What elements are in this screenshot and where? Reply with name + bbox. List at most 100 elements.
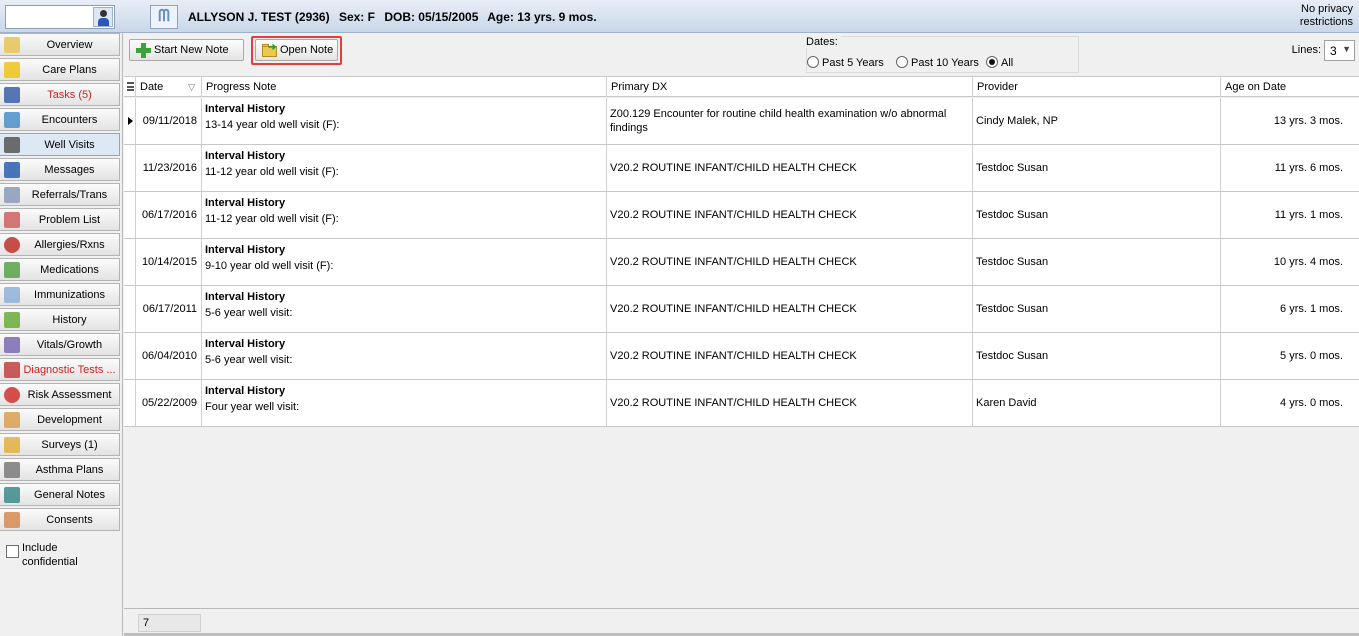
- lungs-icon: [4, 462, 20, 478]
- cell-progress-note: Interval History 5-6 year well visit:: [202, 286, 607, 332]
- cell-age-on-date: 10 yrs. 4 mos.: [1273, 256, 1343, 268]
- note-text: 11-12 year old well visit (F):: [205, 213, 339, 225]
- note-text: 11-12 year old well visit (F):: [205, 166, 339, 178]
- table-row[interactable]: 05/22/2009 Interval History Four year well…: [124, 380, 1359, 427]
- table-row[interactable]: 06/17/2016 Interval History 11-12 year old…: [124, 192, 1359, 239]
- patient-search-input[interactable]: [5, 5, 115, 29]
- lines-label: Lines:: [1291, 44, 1321, 56]
- filter-icon[interactable]: ▽: [188, 77, 195, 97]
- table-row[interactable]: 10/14/2015 Interval History 9-10 year old …: [124, 239, 1359, 286]
- folder-icon: [4, 37, 20, 53]
- header-primary-dx[interactable]: Primary DX: [607, 77, 973, 97]
- note-title: Interval History: [205, 150, 286, 162]
- sidebar-item-overview[interactable]: Overview: [0, 33, 120, 56]
- sidebar-item-label: General Notes: [34, 489, 105, 501]
- sidebar-item-asthma-plans[interactable]: Asthma Plans: [0, 458, 120, 481]
- radio-past-5-years[interactable]: Past 5 Years: [807, 56, 884, 69]
- sidebar-item-risk-assessment[interactable]: Risk Assessment: [0, 383, 120, 406]
- cell-provider: Testdoc Susan: [973, 333, 1221, 379]
- column-chooser[interactable]: [124, 77, 136, 97]
- thumbs-up-icon: [4, 512, 20, 528]
- note-text: Four year well visit:: [205, 401, 300, 413]
- cell-progress-note: Interval History 9-10 year old well visit…: [202, 239, 607, 285]
- sidebar-item-care-plans[interactable]: Care Plans: [0, 58, 120, 81]
- sidebar-item-label: Referrals/Trans: [31, 189, 108, 201]
- patient-age: Age: 13 yrs. 9 mos.: [487, 10, 597, 24]
- header-provider[interactable]: Provider: [973, 77, 1221, 97]
- table-row[interactable]: 11/23/2016 Interval History 11-12 year old…: [124, 145, 1359, 192]
- pencil-icon: [4, 337, 20, 353]
- sidebar-item-allergies-rxns[interactable]: Allergies/Rxns: [0, 233, 120, 256]
- sidebar-item-history[interactable]: History: [0, 308, 120, 331]
- medical-kit-icon: [4, 112, 20, 128]
- checkbox-box[interactable]: [6, 545, 19, 558]
- patient-lookup-icon[interactable]: [93, 7, 113, 27]
- patient-name: ALLYSON J. TEST (2936): [188, 10, 330, 24]
- phone-icon: [4, 162, 20, 178]
- open-note-button[interactable]: ➜ Open Note: [255, 39, 338, 61]
- sidebar-item-vitals-growth[interactable]: Vitals/Growth: [0, 333, 120, 356]
- sidebar-item-medications[interactable]: Medications: [0, 258, 120, 281]
- notes-icon: [4, 487, 20, 503]
- open-folder-icon: ➜: [261, 42, 277, 58]
- dx-text: V20.2 ROUTINE INFANT/CHILD HEALTH CHECK: [610, 209, 857, 221]
- column-menu-icon[interactable]: [127, 82, 134, 91]
- header-date[interactable]: Date ▽: [136, 77, 202, 97]
- chevron-down-icon: ▼: [1342, 44, 1351, 54]
- stethoscope-icon: [4, 137, 20, 153]
- sidebar-item-diagnostic-tests[interactable]: Diagnostic Tests ...: [0, 358, 120, 381]
- note-title: Interval History: [205, 103, 286, 115]
- sidebar-item-label: Consents: [46, 514, 93, 526]
- cell-date: 11/23/2016: [136, 145, 202, 191]
- sidebar-item-well-visits[interactable]: Well Visits: [0, 133, 120, 156]
- header-progress-note[interactable]: Progress Note: [202, 77, 607, 97]
- cell-date: 09/11/2018: [136, 98, 202, 144]
- sidebar-item-surveys-1[interactable]: Surveys (1): [0, 433, 120, 456]
- radio-past-10-years[interactable]: Past 10 Years: [896, 56, 979, 69]
- sidebar-item-label: Allergies/Rxns: [34, 239, 105, 251]
- sidebar-item-messages[interactable]: Messages: [0, 158, 120, 181]
- note-title: Interval History: [205, 385, 286, 397]
- radio-all[interactable]: All: [986, 56, 1013, 69]
- sidebar-item-tasks-5[interactable]: Tasks (5): [0, 83, 120, 106]
- sidebar-item-label: Tasks (5): [47, 89, 92, 101]
- sidebar-item-development[interactable]: Development: [0, 408, 120, 431]
- table-row[interactable]: 06/17/2011 Interval History 5-6 year well …: [124, 286, 1359, 333]
- radio-button-selected[interactable]: [986, 56, 998, 68]
- cell-provider: Testdoc Susan: [973, 239, 1221, 285]
- no-sign-icon: [4, 387, 20, 403]
- sidebar-item-label: Problem List: [38, 214, 101, 226]
- dx-text: V20.2 ROUTINE INFANT/CHILD HEALTH CHECK: [610, 162, 857, 174]
- sidebar-item-general-notes[interactable]: General Notes: [0, 483, 120, 506]
- radio-button[interactable]: [807, 56, 819, 68]
- lines-select[interactable]: 3 ▼: [1324, 40, 1355, 61]
- patient-banner: ALLYSON J. TEST (2936) Sex: F DOB: 05/15…: [188, 10, 603, 24]
- cell-primary-dx: V20.2 ROUTINE INFANT/CHILD HEALTH CHECK: [607, 380, 973, 426]
- note-title: Interval History: [205, 244, 286, 256]
- cell-primary-dx: V20.2 ROUTINE INFANT/CHILD HEALTH CHECK: [607, 333, 973, 379]
- table-row[interactable]: 09/11/2018 Interval History 13-14 year old…: [124, 98, 1359, 145]
- radio-button[interactable]: [896, 56, 908, 68]
- dx-text: Z00.129 Encounter for routine child heal…: [610, 108, 947, 134]
- sidebar-item-consents[interactable]: Consents: [0, 508, 120, 531]
- sidebar-item-referrals-trans[interactable]: Referrals/Trans: [0, 183, 120, 206]
- sidebar-item-label: Immunizations: [34, 289, 105, 301]
- warning-icon: [4, 62, 20, 78]
- sidebar-item-problem-list[interactable]: Problem List: [0, 208, 120, 231]
- test-tubes-icon: [4, 362, 20, 378]
- table-row[interactable]: 06/04/2010 Interval History 5-6 year well …: [124, 333, 1359, 380]
- start-new-note-button[interactable]: Start New Note: [129, 39, 244, 61]
- cell-provider: Testdoc Susan: [973, 192, 1221, 238]
- sidebar-item-encounters[interactable]: Encounters: [0, 108, 120, 131]
- sidebar-item-immunizations[interactable]: Immunizations: [0, 283, 120, 306]
- cell-provider: Cindy Malek, NP: [973, 98, 1221, 144]
- note-text: 5-6 year well visit:: [205, 354, 293, 366]
- sidebar-item-label: Development: [37, 414, 102, 426]
- dx-text: V20.2 ROUTINE INFANT/CHILD HEALTH CHECK: [610, 303, 857, 315]
- sidebar-item-label: Vitals/Growth: [36, 339, 103, 351]
- plus-icon: [135, 42, 151, 58]
- header-age-on-date[interactable]: Age on Date: [1221, 77, 1359, 97]
- row-indicator: [124, 286, 136, 332]
- sidebar-item-label: Medications: [40, 264, 99, 276]
- syringe-icon: [4, 287, 20, 303]
